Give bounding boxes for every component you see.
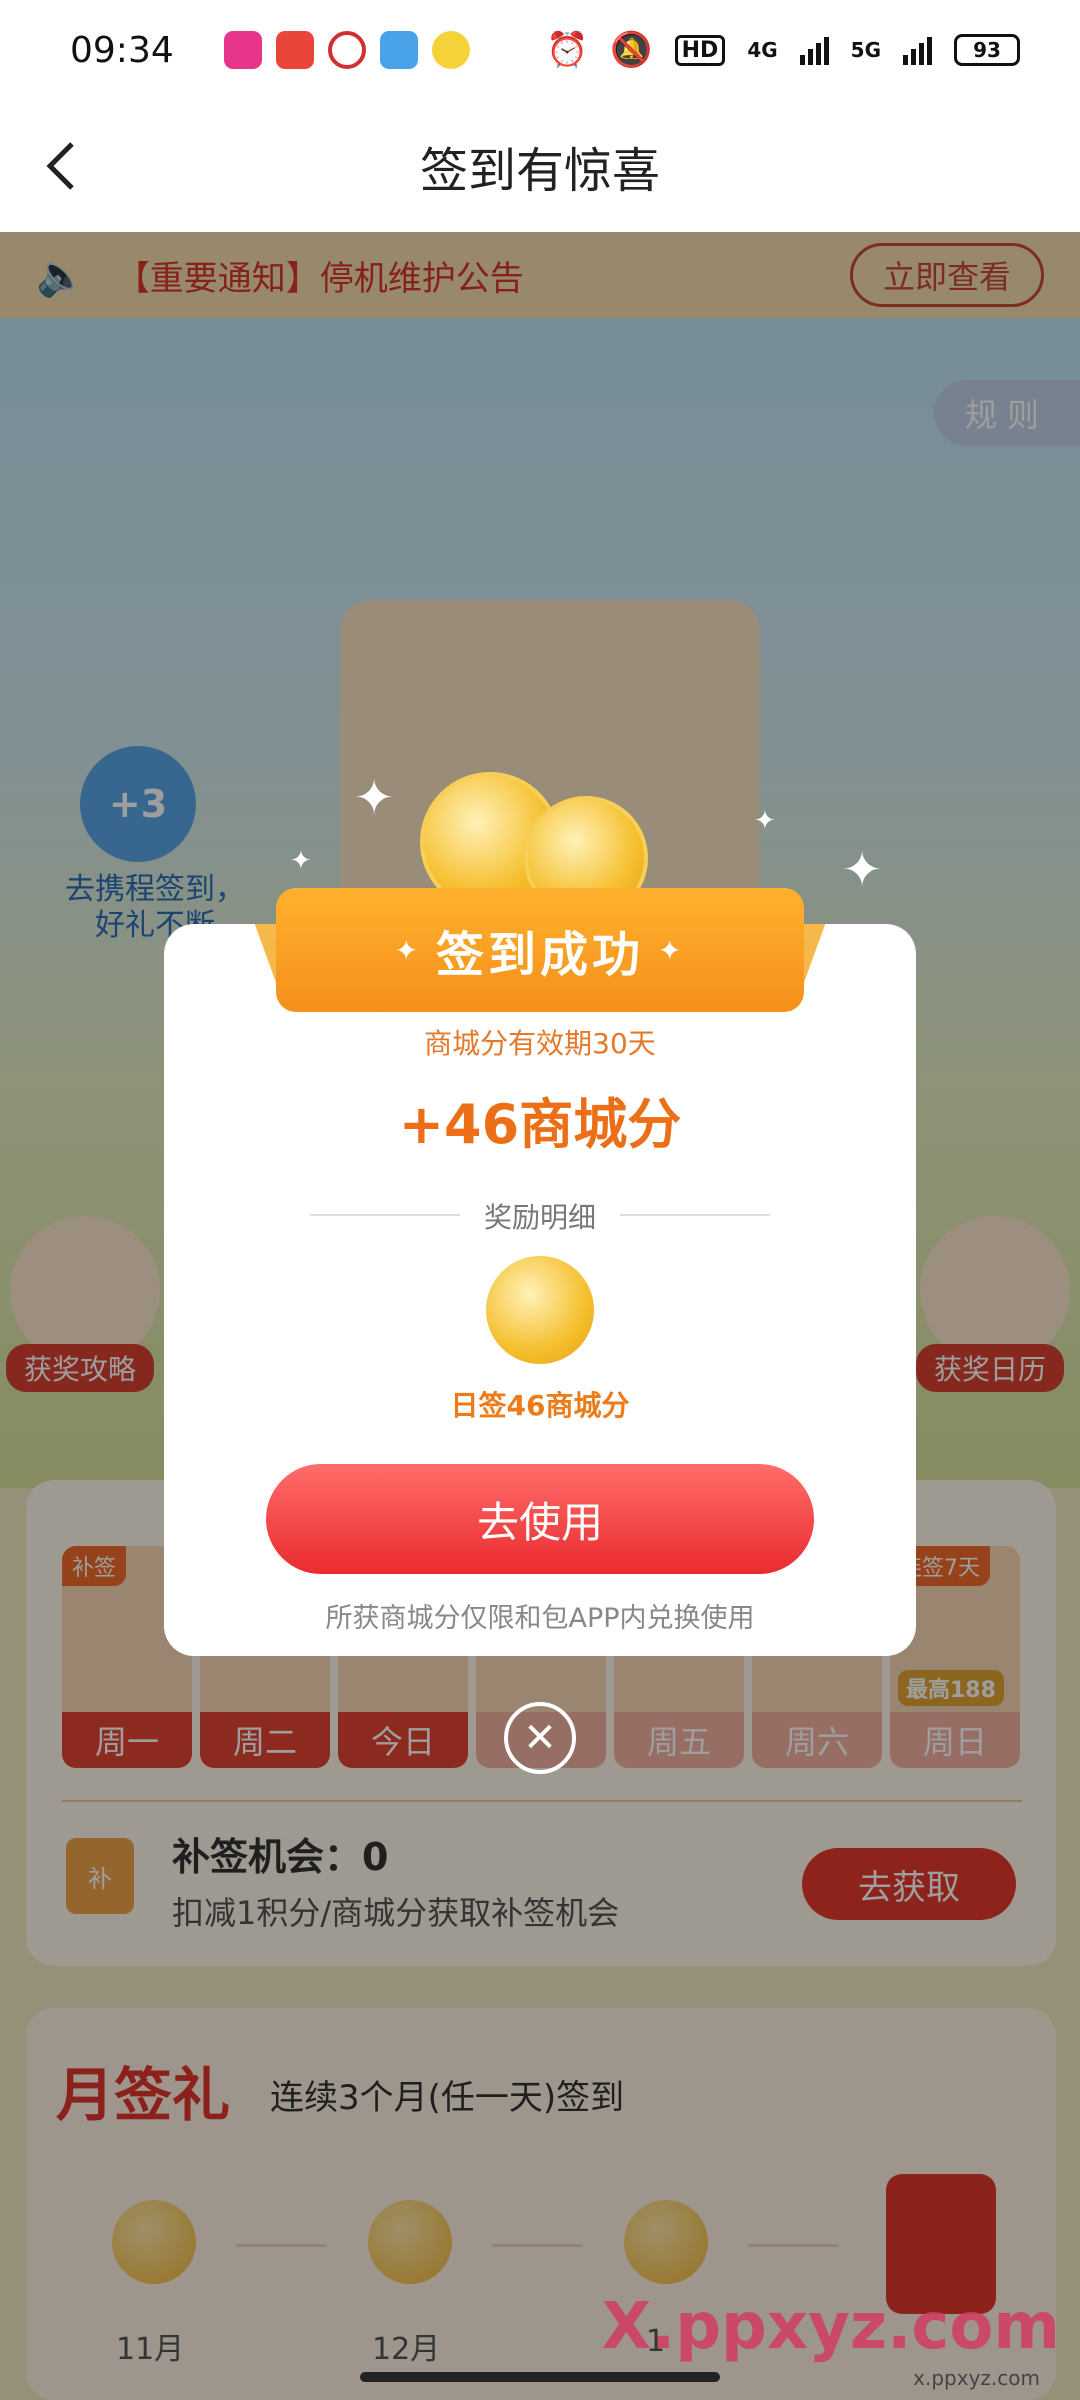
hd-icon: HD bbox=[674, 34, 726, 66]
alarm-icon: ⏰ bbox=[545, 30, 589, 70]
sparkle-icon: ✦ bbox=[290, 846, 312, 876]
network-5g-label: 5G bbox=[850, 38, 881, 62]
watermark-logo: X.ppxyz.com bbox=[601, 2290, 1060, 2364]
status-time: 09:34 bbox=[70, 29, 174, 71]
weather-icon bbox=[379, 31, 418, 69]
mute-icon: 🔕 bbox=[610, 30, 653, 70]
validity-text: 商城分有效期30天 bbox=[424, 1027, 656, 1060]
back-icon[interactable] bbox=[40, 136, 100, 196]
sparkle-icon: ✦ bbox=[354, 770, 395, 826]
nav-bar: 签到有惊喜 bbox=[0, 100, 1080, 232]
app-notification-icon bbox=[431, 31, 470, 69]
signal-icon bbox=[903, 35, 932, 65]
watermark-url: x.ppxyz.com bbox=[913, 2366, 1040, 2390]
close-icon[interactable]: ✕ bbox=[504, 1702, 576, 1774]
coin-icon bbox=[486, 1256, 594, 1364]
sparkle-icon: ✦ bbox=[754, 806, 776, 836]
sparkle-icon: ✦ bbox=[842, 842, 883, 898]
sparkle-icon: ✦ bbox=[658, 933, 686, 967]
success-banner: ✦ 签到成功 ✦ bbox=[276, 888, 804, 1012]
status-app-icons bbox=[223, 31, 470, 69]
app-notification-icon bbox=[275, 31, 314, 69]
network-4g-label: 4G bbox=[747, 38, 778, 62]
reward-amount: +46商城分 bbox=[398, 1093, 682, 1156]
home-indicator[interactable] bbox=[360, 2372, 720, 2382]
status-bar: 09:34 ⏰ 🔕 HD 4G 5G 93 bbox=[0, 0, 1080, 100]
usage-footnote: 所获商城分仅限和包APP内兑换使用 bbox=[325, 1603, 755, 1634]
use-now-button[interactable]: 去使用 bbox=[266, 1464, 814, 1574]
sparkle-icon: ✦ bbox=[394, 933, 422, 967]
reward-detail-header: 奖励明细 bbox=[483, 1201, 596, 1234]
battery-icon: 93 bbox=[954, 34, 1020, 66]
status-indicators: ⏰ 🔕 HD 4G 5G 93 bbox=[546, 30, 1020, 70]
page-title: 签到有惊喜 bbox=[419, 143, 660, 199]
success-banner-text: 签到成功 bbox=[435, 927, 644, 983]
reward-coin-label: 日签46商城分 bbox=[450, 1389, 630, 1422]
app-notification-icon bbox=[327, 31, 366, 69]
app-notification-icon bbox=[223, 31, 262, 69]
signal-icon bbox=[799, 35, 829, 65]
